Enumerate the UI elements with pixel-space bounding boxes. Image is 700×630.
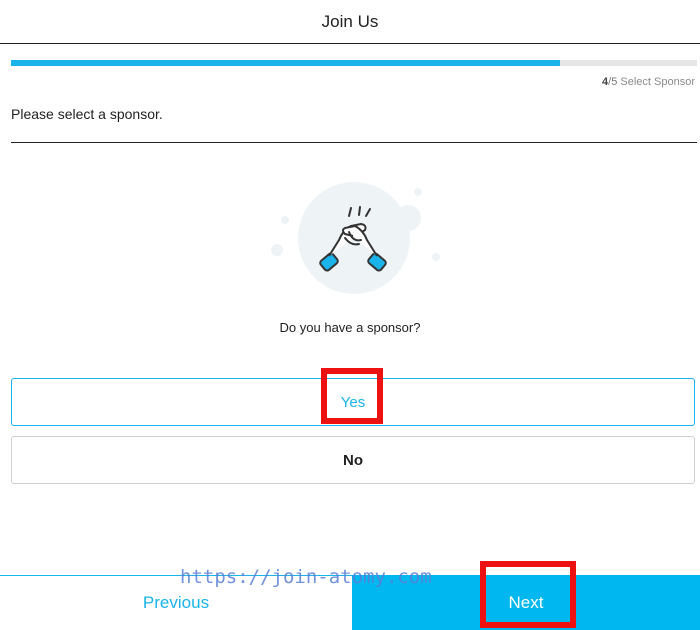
progress-bar (11, 60, 697, 66)
watermark: https://join-atomy.com (180, 566, 432, 588)
sponsor-question: Do you have a sponsor? (279, 320, 421, 335)
step-label: Select Sponsor (620, 76, 695, 88)
progress-fill (11, 60, 560, 66)
sponsor-prompt: Please select a sponsor. (11, 106, 163, 122)
step-indicator: 4/5 Select Sponsor (602, 76, 695, 88)
header: Join Us (0, 0, 700, 44)
no-button[interactable]: No (11, 436, 695, 484)
divider (11, 142, 697, 143)
yes-button[interactable]: Yes (11, 378, 695, 426)
next-button-label: Next (508, 592, 544, 612)
previous-button-label: Previous (142, 593, 210, 612)
handshake-icon (265, 180, 445, 310)
page-title: Join Us (321, 11, 379, 31)
yes-button-label: Yes (340, 393, 366, 411)
no-button-label: No (343, 451, 363, 469)
step-total: /5 (608, 76, 618, 88)
